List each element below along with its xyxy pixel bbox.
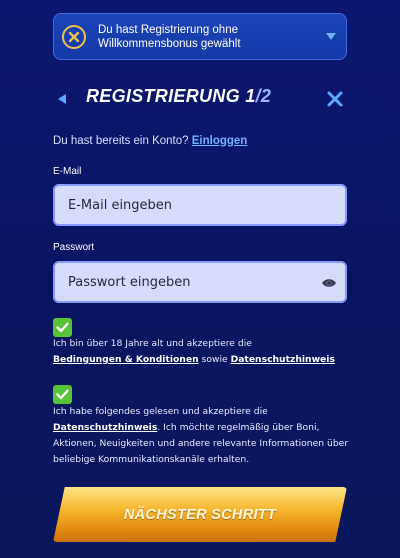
marketing-consent-text-before: Ich habe folgendes gelesen und akzeptier…: [53, 406, 268, 417]
page-title: REGISTRIERUNG 1/2: [86, 86, 271, 107]
privacy-link-2[interactable]: Datenschutzhinweis: [53, 422, 157, 433]
password-field[interactable]: [53, 261, 347, 303]
marketing-consent-checkbox[interactable]: [53, 385, 72, 404]
eye-icon[interactable]: [321, 277, 337, 289]
login-prompt: Du hast bereits ein Konto? Einloggen: [53, 135, 247, 147]
bonus-selection-line1: Du hast Registrierung ohne: [98, 23, 238, 36]
marketing-consent-text: Ich habe folgendes gelesen und akzeptier…: [53, 404, 353, 468]
back-arrow-icon[interactable]: [58, 94, 66, 104]
age-terms-text-middle: sowie: [201, 354, 228, 365]
bonus-selection-dropdown[interactable]: Du hast Registrierung ohne Willkommensbo…: [53, 13, 347, 60]
password-label: Passwort: [53, 242, 95, 253]
age-terms-text: Ich bin über 18 Jahre alt und akzeptiere…: [53, 336, 353, 368]
close-icon[interactable]: [326, 90, 344, 108]
registration-page: Du hast Registrierung ohne Willkommensbo…: [0, 0, 400, 558]
no-bonus-icon: [62, 24, 86, 49]
email-field[interactable]: [53, 184, 347, 226]
next-step-button-label: NÄCHSTER SCHRITT: [123, 506, 277, 523]
age-terms-text-before: Ich bin über 18 Jahre alt und akzeptiere…: [53, 338, 252, 349]
registration-header: REGISTRIERUNG 1/2: [0, 82, 400, 114]
page-title-main: REGISTRIERUNG 1: [86, 86, 256, 106]
checkmark-icon: [56, 322, 69, 333]
terms-link[interactable]: Bedingungen & Konditionen: [53, 354, 199, 365]
chevron-down-icon: [326, 33, 336, 40]
checkmark-icon: [56, 389, 69, 400]
bonus-selection-text: Du hast Registrierung ohne Willkommensbo…: [98, 23, 326, 51]
login-prompt-text: Du hast bereits ein Konto?: [53, 135, 189, 147]
privacy-link-1[interactable]: Datenschutzhinweis: [231, 354, 335, 365]
bonus-selection-line2: Willkommensbonus gewählt: [98, 37, 241, 50]
email-label: E-Mail: [53, 166, 82, 177]
next-step-button[interactable]: NÄCHSTER SCHRITT: [53, 487, 347, 542]
page-title-step-total: /2: [255, 86, 272, 106]
login-link[interactable]: Einloggen: [192, 135, 248, 147]
age-terms-checkbox[interactable]: [53, 318, 72, 337]
